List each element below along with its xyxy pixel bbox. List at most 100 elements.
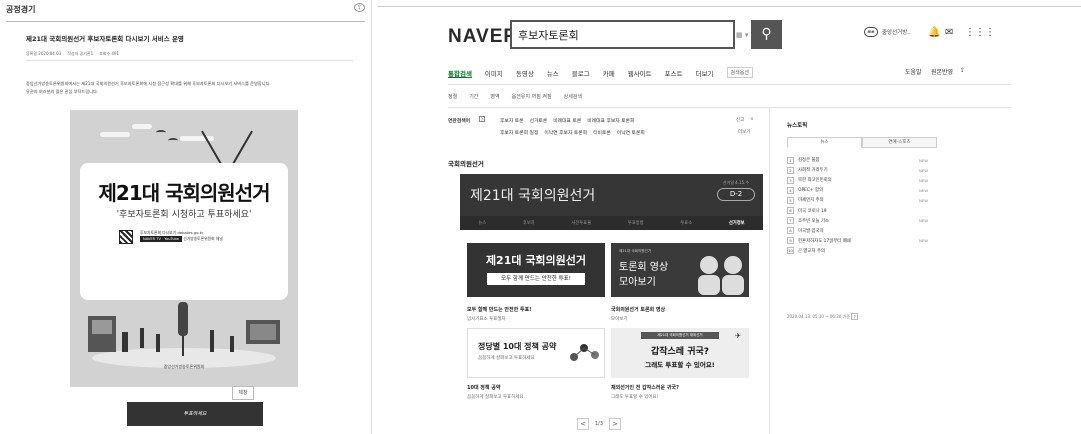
notification-bell-icon[interactable]: 🔔 xyxy=(928,27,940,38)
related-item[interactable]: 티비토론 xyxy=(593,129,611,136)
source-link[interactable]: 원본반영 xyxy=(931,67,953,76)
post-body: 중앙선거방송토론위원회에서는 제21대 국회의원선거 후보자토론회에 시청 접근… xyxy=(26,80,356,96)
related-item[interactable]: 선거토론 xyxy=(530,117,548,124)
related-item[interactable]: 후보자 토론회 일정 xyxy=(500,129,538,136)
card-thumbnail: 제21대 국회의원선거 토론회 영상 모아보기 xyxy=(611,243,749,297)
rank-badge: 2 xyxy=(787,166,794,174)
more-button[interactable]: 더보기 xyxy=(738,129,750,135)
related-item[interactable]: 후보자 토론 xyxy=(500,117,524,124)
poster-info-line: 선거방송토론위원회 채널 xyxy=(183,236,223,241)
poster-info: 후보자토론회 다시보기 debates.go.kr NAVER TV · You… xyxy=(140,230,223,242)
tab-video[interactable]: 동영상 xyxy=(516,68,534,78)
section-title: 국회의원선거 xyxy=(448,160,484,168)
related-item[interactable]: 비례대표 후보자 토론회 xyxy=(587,117,634,124)
prev-page-button[interactable]: < xyxy=(577,418,589,430)
help-link[interactable]: 도움말 xyxy=(905,67,922,76)
tab-more[interactable]: 더보기 xyxy=(696,68,714,78)
filter-keep-options[interactable]: 옵션유지 꺼짐 켜짐 xyxy=(512,93,552,100)
search-filters: 정렬 기간 영역 옵션유지 꺼짐 켜짐 상세검색 xyxy=(448,93,582,100)
related-row: 후보자 토론 선거토론 비례대표 토론 비례대표 후보자 토론회 xyxy=(500,117,634,124)
news-topic-item[interactable]: 2 사회적 거리두기 NEW xyxy=(787,165,937,175)
thumb-title: 갑작스레 귀국? xyxy=(650,347,710,357)
cloud-shape xyxy=(132,124,152,129)
election-card[interactable]: 제21대 국회의원선거 재외선거 갑작스레 귀국? 그래도 투표할 수 있어요!… xyxy=(611,328,749,408)
thumb-title: 제21대 국회의원선거 xyxy=(485,254,587,267)
card-thumbnail: 제21대 국회의원선거 재외선거 갑작스레 귀국? 그래도 투표할 수 있어요!… xyxy=(611,328,749,378)
report-button[interactable]: 신고 xyxy=(736,117,744,123)
election-card[interactable]: 제21대 국회의원선거 모두 함께 만드는 안전한 투표! 모두 함께 만드는 … xyxy=(467,243,605,325)
next-page-button[interactable]: > xyxy=(609,418,622,430)
tab-post[interactable]: 포스트 xyxy=(665,68,683,78)
filter-area[interactable]: 영역 xyxy=(490,93,499,100)
keyboard-icon[interactable]: ▦ ▾ xyxy=(736,31,748,39)
tab-blog[interactable]: 블로그 xyxy=(572,68,590,78)
search-options-button[interactable]: 검색옵션 xyxy=(726,67,753,78)
election-date: 선거일 4.15.수 xyxy=(722,180,749,185)
tab-entertainment-sports[interactable]: 연예·스포츠 xyxy=(862,137,937,148)
new-badge: NEW xyxy=(919,238,928,244)
notice-panel: 공정경기 ⇪ 제21대 국회의원선거 후보자토론회 다시보기 서비스 운영 등록… xyxy=(0,0,372,434)
news-topic-item[interactable]: 4 OPEC+ 합의 NEW xyxy=(787,185,937,195)
new-badge: NEW xyxy=(919,187,928,193)
thumb-title-2: 모아보기 xyxy=(619,277,656,288)
subtab-early-vote[interactable]: 사전투표율 xyxy=(571,220,591,226)
page-indicator: 1/3 xyxy=(595,421,604,427)
card-thumbnail: 정당별 10대 정책 공약 꼼꼼하게 살펴보고 투표하세요 xyxy=(467,328,605,378)
news-topic-item[interactable]: 8 미국발 입국자 xyxy=(787,226,937,236)
subtab-candidates[interactable]: 후보자 xyxy=(523,220,535,226)
new-badge: NEW xyxy=(919,157,928,163)
subtab-election-info[interactable]: 선거정보 xyxy=(729,220,745,226)
subtab-how-to-vote[interactable]: 투표방법 xyxy=(628,220,644,226)
share-icon[interactable]: ⇪ xyxy=(354,3,365,12)
filter-toggle[interactable]: 꺼짐 켜짐 xyxy=(532,94,552,100)
news-topic-item[interactable]: 7 조주빈 오늘 기소 NEW xyxy=(787,216,937,226)
post-views: 조회수 491 xyxy=(99,51,120,56)
search-tabs: 통합검색 이미지 동영상 뉴스 블로그 카페 웹사이트 포스트 더보기 검색옵션 xyxy=(448,67,753,78)
rank-badge: 3 xyxy=(787,176,794,184)
news-topic-item[interactable]: 9 헌혼저하자도 17일부터 폐쇄 NEW xyxy=(787,236,937,246)
divider xyxy=(6,21,365,22)
related-item[interactable]: 이낙연 토론회 xyxy=(617,129,645,136)
news-topic-item[interactable]: 6 미국 코로나 19 xyxy=(787,205,937,215)
tab-integrated[interactable]: 통합검색 xyxy=(448,68,472,78)
new-badge: NEW xyxy=(919,218,928,224)
user-menu[interactable]: me 중앙선거방.. xyxy=(864,27,911,37)
mail-icon[interactable]: ✉ xyxy=(945,27,953,38)
card-title: 재외선거인 전 갑작스러운 귀국? xyxy=(611,385,679,391)
subtab-news[interactable]: 뉴스 xyxy=(478,220,486,226)
tab-news[interactable]: 뉴스 xyxy=(547,68,559,78)
election-card[interactable]: 정당별 10대 정책 공약 꼼꼼하게 살펴보고 투표하세요 10대 정책 공약 … xyxy=(467,328,605,408)
news-topic-text: 미세먼지 주의 xyxy=(798,198,824,204)
post-title: 제21대 국회의원선거 후보자토론회 다시보기 서비스 운영 xyxy=(26,35,184,43)
tab-website[interactable]: 웹사이트 xyxy=(628,68,652,78)
divider xyxy=(448,107,1011,108)
naver-logo[interactable]: NAVER xyxy=(448,26,518,48)
close-icon[interactable]: × xyxy=(750,117,754,122)
search-button[interactable]: ⚲ xyxy=(751,20,782,49)
card-subtitle: 꼼꼼하게 살펴보고 투표하세요. xyxy=(467,395,526,400)
filter-detail[interactable]: 상세검색 xyxy=(564,93,582,100)
tab-cafe[interactable]: 카페 xyxy=(603,68,615,78)
related-item[interactable]: 비례대표 토론 xyxy=(553,117,581,124)
news-topic-item[interactable]: 1 김정은 불참 NEW xyxy=(787,155,937,165)
stamp-label: 제창 xyxy=(232,386,254,400)
tab-image[interactable]: 이미지 xyxy=(485,68,503,78)
election-card[interactable]: 제21대 국회의원선거 토론회 영상 모아보기 국회의원선거 토론회 영상 모아… xyxy=(611,243,749,325)
poster-footer: 중앙선거방송토론위원회 xyxy=(163,364,205,369)
apps-grid-icon[interactable]: ⋮⋮⋮ xyxy=(965,27,995,38)
filter-period[interactable]: 기간 xyxy=(469,93,478,100)
related-item[interactable]: 이낙연 후보자 토론회 xyxy=(544,129,587,136)
filter-sort[interactable]: 정렬 xyxy=(448,93,457,100)
news-topic-item[interactable]: 3 북한 최고인민회의 NEW xyxy=(787,175,937,185)
news-topic-item[interactable]: 5 미세먼지 주의 NEW xyxy=(787,195,937,205)
election-banner: 제21대 국회의원선거 선거일 4.15.수 D-2 뉴스 후보자 사전투표율 … xyxy=(460,174,763,230)
subtab-polling-place[interactable]: 투표소 xyxy=(680,220,692,226)
search-input[interactable] xyxy=(512,22,682,47)
poster-subtitle: '후보자토론회 시청하고 투표하세요' xyxy=(116,210,252,220)
tab-news[interactable]: 뉴스 xyxy=(787,137,862,148)
share-icon[interactable]: ⇪ xyxy=(960,67,965,74)
news-topic-item[interactable]: 10 곤 열교차 주의 xyxy=(787,246,937,256)
filter-keep-label: 옵션유지 xyxy=(511,94,531,100)
help-icon[interactable]: ? xyxy=(851,313,859,320)
help-icon[interactable]: ? xyxy=(479,116,485,122)
